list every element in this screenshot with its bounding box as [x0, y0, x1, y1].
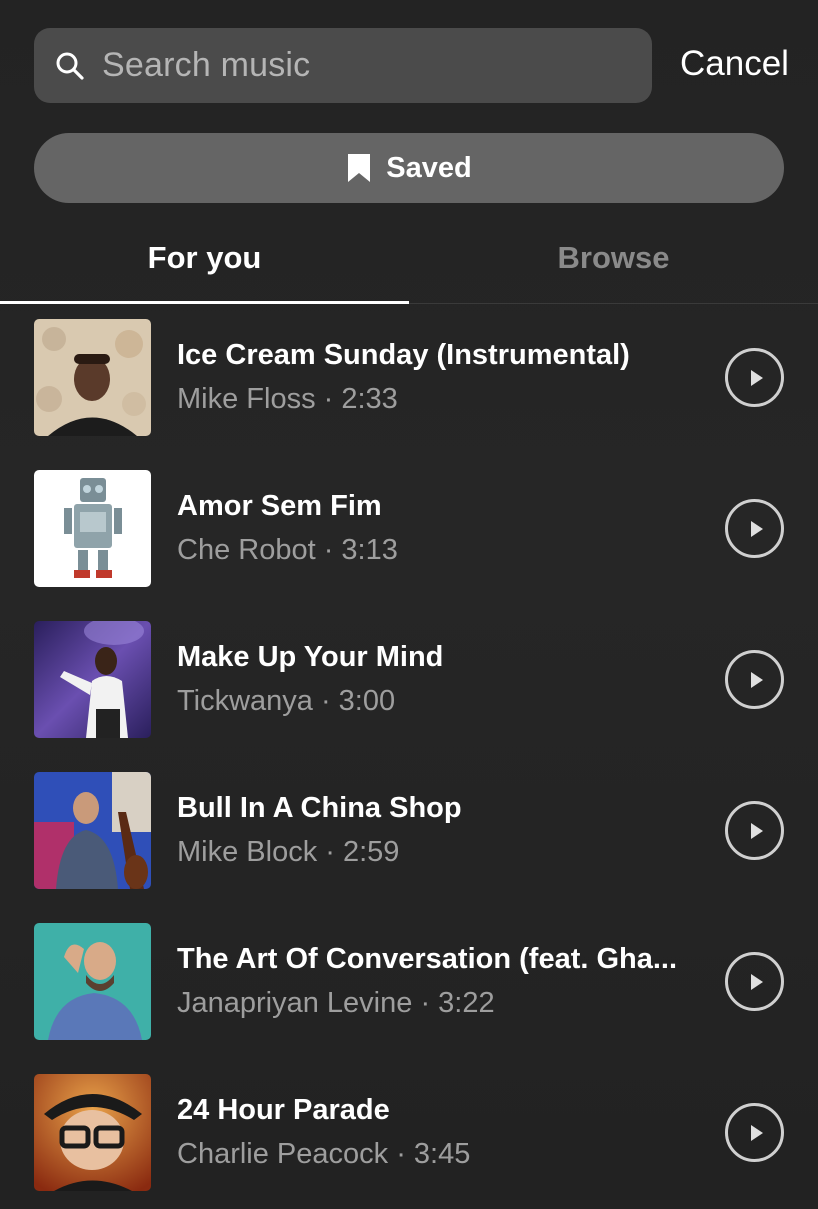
play-button[interactable] — [725, 348, 784, 407]
album-cover — [34, 621, 151, 738]
track-meta: Charlie Peacock · 3:45 — [177, 1138, 471, 1170]
saved-label: Saved — [386, 151, 472, 184]
track-row[interactable]: Bull In A China Shop Mike Block · 2:59 — [0, 756, 818, 907]
tab-browse[interactable]: Browse — [409, 215, 818, 301]
play-icon — [750, 973, 763, 990]
search-input[interactable]: Search music — [34, 28, 652, 103]
track-title: Amor Sem Fim — [177, 490, 382, 522]
play-button[interactable] — [725, 801, 784, 860]
play-button[interactable] — [725, 1103, 784, 1162]
track-meta: Che Robot · 3:13 — [177, 534, 398, 566]
track-row[interactable]: Amor Sem Fim Che Robot · 3:13 — [0, 454, 818, 605]
track-row[interactable]: 24 Hour Parade Charlie Peacock · 3:45 — [0, 1058, 818, 1209]
album-cover — [34, 923, 151, 1040]
play-button[interactable] — [725, 499, 784, 558]
play-button[interactable] — [725, 650, 784, 709]
track-row[interactable]: Make Up Your Mind Tickwanya · 3:00 — [0, 605, 818, 756]
tab-bar: For you Browse — [0, 215, 818, 304]
saved-button[interactable]: Saved — [34, 133, 784, 203]
track-meta: Mike Floss · 2:33 — [177, 383, 398, 415]
bookmark-icon — [348, 154, 371, 182]
track-row[interactable]: The Art Of Conversation (feat. Gha... Ja… — [0, 907, 818, 1058]
track-title: 24 Hour Parade — [177, 1094, 390, 1126]
track-meta: Janapriyan Levine · 3:22 — [177, 987, 495, 1019]
track-row[interactable]: Ice Cream Sunday (Instrumental) Mike Flo… — [0, 303, 818, 454]
play-icon — [750, 520, 763, 537]
play-icon — [750, 369, 763, 386]
search-header: Search music Cancel — [0, 0, 818, 120]
cancel-button[interactable]: Cancel — [680, 44, 789, 84]
play-icon — [750, 671, 763, 688]
album-cover — [34, 470, 151, 587]
track-meta: Tickwanya · 3:00 — [177, 685, 396, 717]
search-placeholder: Search music — [102, 46, 311, 84]
track-meta: Mike Block · 2:59 — [177, 836, 400, 868]
album-cover — [34, 319, 151, 436]
track-title: The Art Of Conversation (feat. Gha... — [177, 943, 678, 975]
play-icon — [750, 822, 763, 839]
music-picker-screen: Search music Cancel Saved For you Browse — [0, 0, 818, 1200]
album-cover — [34, 772, 151, 889]
play-icon — [750, 1124, 763, 1141]
track-title: Bull In A China Shop — [177, 792, 462, 824]
search-icon — [56, 52, 84, 80]
album-cover — [34, 1074, 151, 1191]
tab-for-you[interactable]: For you — [0, 215, 409, 301]
track-title: Ice Cream Sunday (Instrumental) — [177, 339, 630, 371]
track-title: Make Up Your Mind — [177, 641, 444, 673]
play-button[interactable] — [725, 952, 784, 1011]
